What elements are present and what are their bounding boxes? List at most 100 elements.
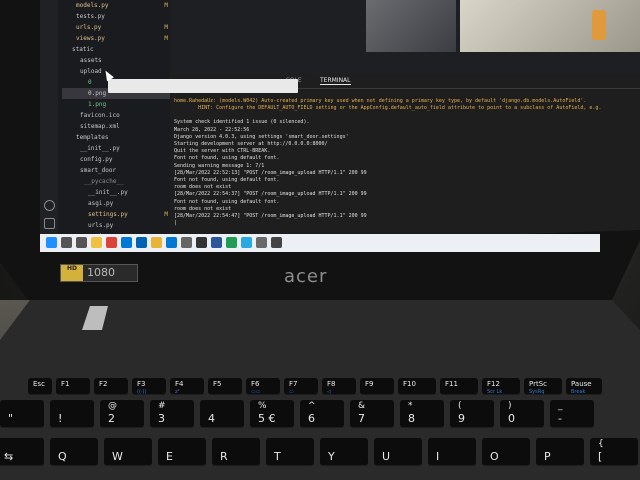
key-shift-label: # <box>158 401 166 411</box>
key-letter_row-5[interactable]: T <box>266 438 314 466</box>
vscode-icon[interactable] <box>166 237 177 248</box>
key-sublabel: ▭▭ <box>251 389 261 395</box>
key-letter_row-11[interactable]: {[ <box>590 438 638 466</box>
file-tree-item[interactable]: views.py M <box>62 33 170 44</box>
app-icon[interactable] <box>256 237 267 248</box>
hd-sticker: HD 1080 <box>60 264 138 282</box>
file-tree-item[interactable]: config.py <box>62 154 170 165</box>
windows-icon[interactable] <box>46 237 57 248</box>
key-num_row-6[interactable]: ^ 6 <box>300 400 344 428</box>
key-label: F8 <box>327 380 336 388</box>
key-num_row-11[interactable]: _ - <box>550 400 594 428</box>
settings-icon[interactable] <box>181 237 192 248</box>
file-tree-item-label: __init__.py <box>80 145 120 152</box>
edge-beta-icon[interactable] <box>226 237 237 248</box>
camera-icon[interactable] <box>271 237 282 248</box>
task-view-icon[interactable] <box>76 237 87 248</box>
file-tree-item[interactable]: tests.py <box>62 11 170 22</box>
file-tree-item[interactable]: settings.py M <box>62 209 170 220</box>
key-fn-6[interactable]: F6 ▭▭ <box>246 378 280 395</box>
key-letter_row-3[interactable]: E <box>158 438 206 466</box>
manage-gear-icon[interactable] <box>44 218 55 229</box>
key-fn-3[interactable]: F3 ((·)) <box>132 378 166 395</box>
git-status-badge: M <box>164 211 168 218</box>
file-tree-item[interactable]: urls.py <box>62 220 170 231</box>
key-letter_row-2[interactable]: W <box>104 438 152 466</box>
key-label: ⇆ <box>4 450 14 463</box>
key-num_row-2[interactable]: @2 <box>100 400 144 428</box>
explorer-icon[interactable] <box>91 237 102 248</box>
key-sublabel: ◁ <box>327 389 331 395</box>
key-shift-label: { <box>598 439 604 449</box>
key-letter_row-10[interactable]: P <box>536 438 584 466</box>
key-sublabel: ((·)) <box>137 389 147 395</box>
file-tree-item[interactable]: templates <box>62 132 170 143</box>
key-num_row-10[interactable]: ) 0 <box>500 400 544 428</box>
key-fn-14[interactable]: Pause Break <box>566 378 602 395</box>
file-tree-item[interactable]: urls.py M <box>62 22 170 33</box>
terminal-line: [28/Mar/2022 22:54:37] "POST /room_image… <box>174 191 367 198</box>
file-tree-item[interactable]: static <box>62 44 170 55</box>
key-fn-13[interactable]: PrtSc SysRq <box>524 378 562 395</box>
files-icon[interactable] <box>151 237 162 248</box>
key-letter_row-4[interactable]: R <box>212 438 260 466</box>
key-fn-1[interactable]: F1 <box>56 378 90 395</box>
key-fn-7[interactable]: F7 ▭ <box>284 378 318 395</box>
key-letter_row-0[interactable]: ⇆ <box>0 438 44 466</box>
key-fn-5[interactable]: F5 <box>208 378 242 395</box>
tab-terminal[interactable]: TERMINAL <box>320 77 351 85</box>
key-num_row-5[interactable]: % 5 € <box>250 400 294 428</box>
file-tree-item[interactable]: smart_door <box>62 165 170 176</box>
terminal-line: Sending warning message 1: 7/1 <box>174 162 265 169</box>
store-icon[interactable] <box>136 237 147 248</box>
key-letter_row-1[interactable]: Q <box>50 438 98 466</box>
file-tree-item-label: urls.py <box>88 222 114 229</box>
chrome-icon[interactable] <box>106 237 117 248</box>
key-num_row-9[interactable]: (9 <box>450 400 494 428</box>
key-fn-4[interactable]: F4 z² <box>170 378 204 395</box>
key-fn-0[interactable]: Esc <box>28 378 52 395</box>
file-tree-item-label: smart_door <box>80 167 117 174</box>
key-fn-8[interactable]: F8 ◁ <box>322 378 356 395</box>
file-tree-item[interactable]: sitemap.xml <box>62 121 170 132</box>
terminal-icon[interactable] <box>196 237 207 248</box>
file-tree-item[interactable]: asgi.py <box>62 198 170 209</box>
key-fn-9[interactable]: F9 <box>360 378 394 395</box>
edge-icon[interactable] <box>121 237 132 248</box>
file-tree-item[interactable]: models.py M <box>62 0 170 11</box>
key-num_row-0[interactable]: " <box>0 400 44 428</box>
key-letter_row-6[interactable]: Y <box>320 438 368 466</box>
key-fn-12[interactable]: F12 Scr Lk <box>482 378 520 395</box>
key-letter_row-9[interactable]: O <box>482 438 530 466</box>
key-fn-2[interactable]: F2 <box>94 378 128 395</box>
key-fn-10[interactable]: F10 <box>398 378 436 395</box>
key-letter_row-8[interactable]: I <box>428 438 476 466</box>
file-tree-item[interactable]: 1.png <box>62 99 170 110</box>
key-num_row-3[interactable]: #3 <box>150 400 194 428</box>
file-tree-item[interactable]: favicon.ico <box>62 110 170 121</box>
key-label: E <box>166 450 173 463</box>
git-status-badge: M <box>164 2 168 9</box>
key-label: ! <box>58 412 63 425</box>
file-tree-item[interactable]: __pycache__ <box>62 176 170 187</box>
terminal-line: [28/Mar/2022 22:52:13] "POST /room_image… <box>174 169 367 176</box>
video-thumbnail-left <box>366 0 456 52</box>
search-icon[interactable] <box>61 237 72 248</box>
terminal-line: System check identified 1 issue (0 silen… <box>174 119 310 126</box>
file-tree-item[interactable]: upload <box>62 66 170 77</box>
file-tree-item[interactable]: __init__.py <box>62 143 170 154</box>
key-label: Y <box>328 450 335 463</box>
key-num_row-7[interactable]: & 7 <box>350 400 394 428</box>
key-num_row-4[interactable]: 4 <box>200 400 244 428</box>
word-icon[interactable] <box>211 237 222 248</box>
key-num_row-1[interactable]: ! <box>50 400 94 428</box>
terminal-output[interactable]: home.RahedaUz: (models.W042) Auto-create… <box>174 98 638 227</box>
terminal-line: Font not found, using default font. <box>174 198 280 205</box>
account-icon[interactable] <box>44 200 55 211</box>
file-tree-item[interactable]: assets <box>62 55 170 66</box>
file-tree-item[interactable]: __init__.py <box>62 187 170 198</box>
key-letter_row-7[interactable]: U <box>374 438 422 466</box>
key-num_row-8[interactable]: * 8 <box>400 400 444 428</box>
key-fn-11[interactable]: F11 <box>440 378 478 395</box>
photos-icon[interactable] <box>241 237 252 248</box>
